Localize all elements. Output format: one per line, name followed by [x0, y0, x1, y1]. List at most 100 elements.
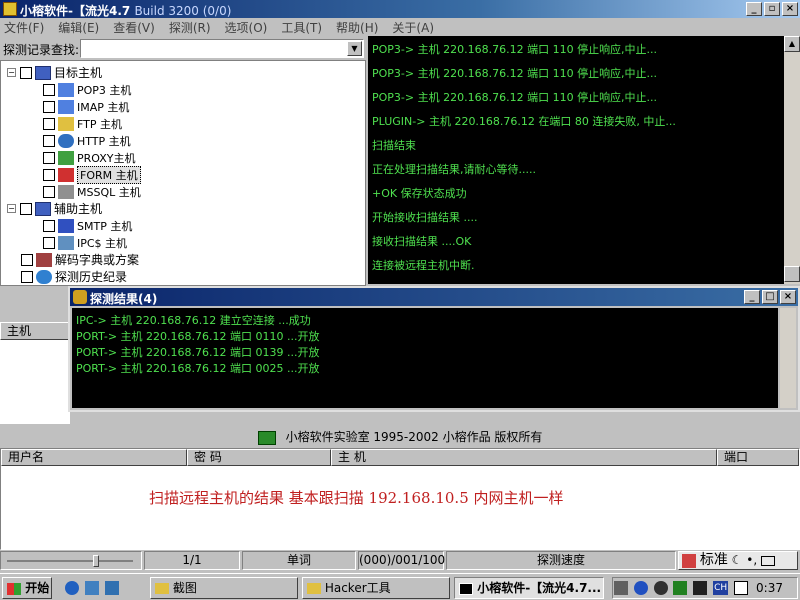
menu-tools[interactable]: 工具(T) [281, 19, 322, 36]
tree-node-imap[interactable]: IMAP 主机 [43, 98, 129, 115]
menu-help[interactable]: 帮助(H) [336, 19, 378, 36]
result-window: 探测结果(4) _ □ × IPC-> 主机 220.168.76.12 建立空… [68, 286, 800, 412]
search-label: 探测记录查找: [3, 43, 80, 57]
tree-label: SMTP 主机 [77, 219, 133, 233]
close-app-icon[interactable] [693, 581, 708, 595]
tree-node-proxy[interactable]: PROXY主机 [43, 149, 136, 166]
collapse-icon[interactable]: − [7, 204, 16, 213]
checkbox[interactable] [21, 253, 33, 266]
copyright-text: 小榕软件实验室 1995-2002 小榕作品 版权所有 [285, 430, 543, 444]
slider-thumb[interactable] [93, 555, 99, 567]
tree-node-smtp[interactable]: SMTP 主机 [43, 217, 132, 234]
collapse-icon[interactable]: − [7, 68, 16, 77]
progress-slider[interactable] [0, 551, 142, 570]
checkbox[interactable] [43, 185, 55, 198]
result-scrollbar[interactable] [780, 308, 796, 408]
console-scrollbar[interactable]: ▲ [784, 36, 800, 284]
result-window-title: 探测结果(4) [90, 292, 158, 306]
moon-icon: ☾ [731, 553, 743, 567]
scroll-up-icon[interactable]: ▲ [784, 36, 800, 52]
menu-probe[interactable]: 探测(R) [169, 19, 211, 36]
network-icon[interactable] [673, 581, 688, 595]
log-line: 接收扫描结果 ....OK [372, 235, 472, 248]
ime-tray-icon[interactable] [734, 581, 749, 595]
scroll-thumb[interactable] [784, 266, 800, 282]
close-button[interactable]: × [780, 290, 796, 304]
checkbox[interactable] [20, 202, 32, 215]
tree-node-form[interactable]: FORM 主机 [43, 165, 141, 184]
column-username[interactable]: 用户名 [1, 449, 187, 466]
log-line: 正在处理扫描结果,请耐心等待..... [372, 163, 536, 176]
menu-edit[interactable]: 编辑(E) [58, 19, 99, 36]
result-line: PORT-> 主机 220.168.76.12 端口 0139 ...开放 [76, 346, 320, 359]
tree-node-history[interactable]: 探测历史纪录 [21, 268, 127, 285]
punct-icon: •, [746, 553, 758, 567]
status-speed: 探测速度 [446, 551, 676, 570]
task-label: 小榕软件-【流光4.7... [477, 581, 602, 595]
annotation-note: 扫描远程主机的结果 基本跟扫描 192.168.10.5 内网主机一样 [149, 489, 564, 507]
tree-node-dictionary[interactable]: 解码字典或方案 [21, 251, 139, 268]
ime-bar[interactable]: 标准 ☾ •, [678, 551, 798, 570]
minimize-button[interactable]: _ [746, 2, 762, 16]
tree-node-aux-hosts[interactable]: − 辅助主机 [7, 200, 102, 217]
task-app[interactable]: 小榕软件-【流光4.7... [454, 577, 604, 599]
log-line: POP3-> 主机 220.168.76.12 端口 110 停止响应,中止..… [372, 43, 658, 56]
form-icon [58, 167, 74, 182]
checkbox[interactable] [21, 270, 33, 283]
taskbar: 开始 截图 Hacker工具 小榕软件-【流光4.7... CH 0:37 [0, 573, 800, 600]
media-icon[interactable] [653, 581, 668, 595]
task-hacker-tools[interactable]: Hacker工具 [302, 577, 450, 599]
result-window-titlebar[interactable]: 探测结果(4) _ □ × [70, 288, 798, 306]
chevron-down-icon[interactable]: ▼ [347, 41, 362, 56]
column-host[interactable]: 主 机 [331, 449, 717, 466]
book-icon [36, 252, 52, 267]
column-port[interactable]: 端口 [717, 449, 799, 466]
maximize-button[interactable]: □ [762, 290, 778, 304]
task-label: 截图 [172, 581, 197, 595]
checkbox[interactable] [43, 168, 55, 181]
checkbox[interactable] [43, 134, 55, 147]
checkbox[interactable] [43, 117, 55, 130]
host-column-header[interactable]: 主机 [0, 322, 70, 340]
results-table: 用户名 密 码 主 机 端口 扫描远程主机的结果 基本跟扫描 192.168.1… [0, 448, 800, 550]
probe-icon [73, 290, 87, 304]
log-line: +OK 保存状态成功 [372, 187, 467, 200]
ime-icon [682, 553, 696, 568]
search-combo[interactable]: ▼ [80, 39, 364, 58]
tree-node-ipc[interactable]: IPC$ 主机 [43, 234, 127, 251]
menu-about[interactable]: 关于(A) [392, 19, 434, 36]
log-line: POP3-> 主机 220.168.76.12 端口 110 停止响应,中止..… [372, 91, 658, 104]
status-count: (000)/001/100 [358, 551, 445, 570]
tree-node-ftp[interactable]: FTP 主机 [43, 115, 122, 132]
checkbox[interactable] [43, 151, 55, 164]
menu-options[interactable]: 选项(O) [225, 19, 268, 36]
explorer-icon[interactable] [104, 581, 119, 595]
menu-view[interactable]: 查看(V) [113, 19, 155, 36]
volume-icon[interactable] [614, 581, 628, 595]
tree-node-http[interactable]: HTTP 主机 [43, 132, 131, 149]
tree-label: 解码字典或方案 [55, 253, 140, 267]
checkbox[interactable] [43, 219, 55, 232]
task-screenshot[interactable]: 截图 [150, 577, 298, 599]
shield-icon[interactable] [633, 581, 648, 595]
checkbox[interactable] [20, 66, 32, 79]
checkbox[interactable] [43, 236, 55, 249]
tree-node-mssql[interactable]: MSSQL 主机 [43, 183, 141, 200]
log-line: POP3-> 主机 220.168.76.12 端口 110 停止响应,中止..… [372, 67, 658, 80]
menu-bar: 文件(F) 编辑(E) 查看(V) 探测(R) 选项(O) 工具(T) 帮助(H… [0, 18, 800, 36]
browser-icon[interactable] [65, 581, 79, 595]
tree-node-pop3[interactable]: POP3 主机 [43, 81, 131, 98]
network-icon [58, 235, 74, 250]
desktop-icon[interactable] [84, 581, 99, 595]
checkbox[interactable] [43, 83, 55, 96]
tree-node-target-hosts[interactable]: − 目标主机 [7, 64, 102, 81]
tree-label: PROXY主机 [77, 151, 136, 165]
checkbox[interactable] [43, 100, 55, 113]
restore-button[interactable]: ▫ [764, 2, 780, 16]
start-button[interactable]: 开始 [2, 577, 52, 599]
column-password[interactable]: 密 码 [187, 449, 331, 466]
minimize-button[interactable]: _ [744, 290, 760, 304]
close-button[interactable]: × [782, 2, 798, 16]
language-icon[interactable]: CH [713, 581, 729, 595]
menu-file[interactable]: 文件(F) [4, 19, 44, 36]
